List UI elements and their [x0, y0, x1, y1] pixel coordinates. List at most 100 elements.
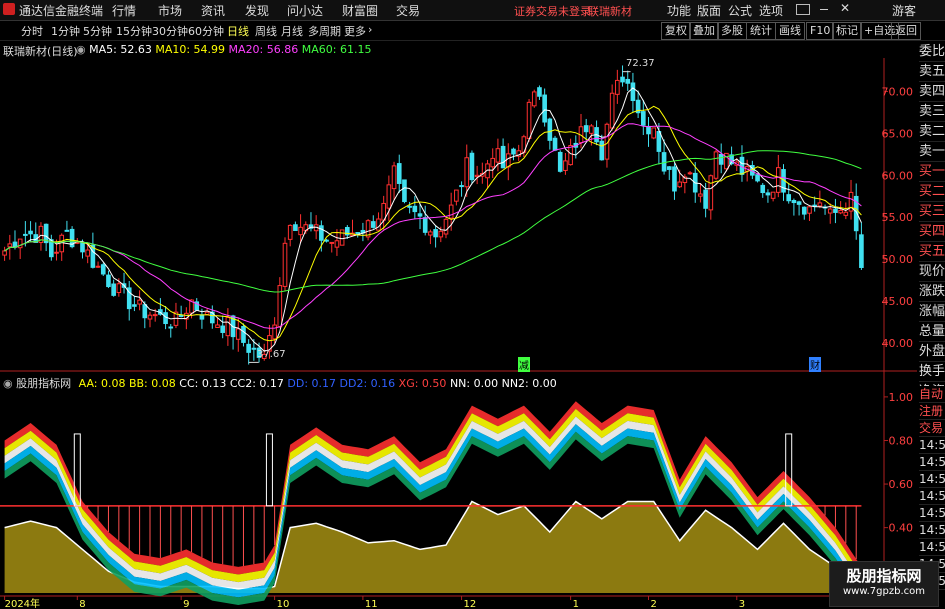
- candle-body: [350, 232, 355, 236]
- candle-body: [360, 229, 366, 234]
- tick-item-5[interactable]: 14:56: [919, 471, 945, 488]
- ma-settings-icon[interactable]: ◉: [76, 43, 89, 56]
- btn-draw[interactable]: 画线: [775, 22, 805, 40]
- menu-item-discover[interactable]: 发现: [245, 2, 269, 19]
- side-item-4[interactable]: 卖二: [919, 122, 945, 142]
- menu-item-market[interactable]: 市场: [158, 2, 182, 19]
- btn-multi-stock[interactable]: 多股: [717, 22, 747, 40]
- side-item-10[interactable]: 买五: [919, 242, 945, 262]
- candle-body: [807, 206, 812, 214]
- candle-body: [542, 94, 547, 123]
- candle-body: [417, 213, 423, 217]
- menu-item-trade[interactable]: 交易: [396, 2, 420, 19]
- candle-body: [552, 137, 558, 151]
- period-daily[interactable]: 日线: [227, 23, 249, 39]
- tick-item-0[interactable]: 自动: [919, 386, 945, 403]
- tick-item-8[interactable]: 14:56: [919, 522, 945, 539]
- menu-item-formula[interactable]: 公式: [728, 2, 752, 19]
- menu-item-news[interactable]: 资讯: [201, 2, 225, 19]
- x-tick-label: 12: [464, 599, 477, 609]
- candle-body: [33, 234, 39, 243]
- period-30min[interactable]: 30分钟: [152, 23, 188, 39]
- tick-item-3[interactable]: 14:56: [919, 437, 945, 454]
- event-marker-reduce[interactable]: 减: [518, 357, 530, 372]
- stock-link[interactable]: 联瑞新材: [588, 3, 632, 19]
- btn-f10[interactable]: F10: [806, 22, 835, 40]
- chevron-right-icon[interactable]: ›: [368, 23, 372, 36]
- candle-body: [677, 181, 682, 188]
- candle-body: [225, 317, 231, 337]
- candle-body: [604, 123, 610, 160]
- mail-icon[interactable]: [796, 4, 810, 15]
- ma-line-ma20: [4, 123, 862, 329]
- candle-body: [12, 241, 18, 248]
- side-item-8[interactable]: 买三: [919, 202, 945, 222]
- candle-body: [718, 153, 724, 165]
- side-item-5[interactable]: 卖一: [919, 142, 945, 162]
- candle-body: [791, 200, 797, 204]
- candle-body: [184, 312, 189, 320]
- period-weekly[interactable]: 周线: [255, 23, 277, 39]
- candle-body: [646, 125, 651, 135]
- candle-body: [246, 343, 251, 353]
- chart-canvas[interactable]: 40.0045.0050.0055.0060.0065.0070.00 0.20…: [0, 0, 945, 609]
- cc2-value: CC2: 0.17: [229, 377, 284, 390]
- btn-stats[interactable]: 统计: [746, 22, 776, 40]
- candle-body: [407, 205, 412, 208]
- candle-body: [230, 315, 236, 338]
- candle-body: [729, 154, 734, 165]
- side-item-16[interactable]: 换手: [919, 362, 945, 382]
- minimize-icon[interactable]: [820, 9, 828, 10]
- tick-item-7[interactable]: 14:56: [919, 505, 945, 522]
- period-15min[interactable]: 15分钟: [116, 23, 152, 39]
- period-multi[interactable]: 多周期: [308, 23, 341, 39]
- tick-item-2[interactable]: 交易: [919, 420, 945, 437]
- period-monthly[interactable]: 月线: [281, 23, 303, 39]
- menu-item-layout[interactable]: 版面: [697, 2, 721, 19]
- candle-body: [298, 226, 303, 236]
- side-item-9[interactable]: 买四: [919, 222, 945, 242]
- menu-item-wealth-circle[interactable]: 财富圈: [342, 2, 378, 19]
- period-1min[interactable]: 1分钟: [51, 23, 80, 39]
- side-item-6[interactable]: 买一: [919, 162, 945, 182]
- tick-item-4[interactable]: 14:56: [919, 454, 945, 471]
- side-item-3[interactable]: 卖三: [919, 102, 945, 122]
- side-item-0[interactable]: 委比: [919, 42, 945, 62]
- btn-adjust[interactable]: 复权: [661, 22, 691, 40]
- tick-item-9[interactable]: 14:56: [919, 539, 945, 556]
- btn-overlay[interactable]: 叠加: [689, 22, 719, 40]
- tick-item-1[interactable]: 注册: [919, 403, 945, 420]
- candle-body: [339, 229, 345, 246]
- event-marker-finance[interactable]: 财: [809, 357, 821, 372]
- candle-body: [656, 131, 662, 152]
- menu-item-ask-xiaoda[interactable]: 问小达: [287, 2, 323, 19]
- period-60min[interactable]: 60分钟: [188, 23, 224, 39]
- side-item-11[interactable]: 现价: [919, 262, 945, 282]
- indicator-settings-icon[interactable]: ◉: [3, 377, 16, 390]
- nn-value: NN: 0.00: [449, 377, 499, 390]
- btn-mark[interactable]: 标记: [832, 22, 862, 40]
- menu-item-functions[interactable]: 功能: [667, 2, 691, 19]
- candle-body: [189, 299, 194, 314]
- btn-back[interactable]: 返回: [891, 22, 921, 40]
- side-item-1[interactable]: 卖五: [919, 62, 945, 82]
- candle-body: [526, 101, 532, 140]
- period-5min[interactable]: 5分钟: [83, 23, 112, 39]
- side-item-2[interactable]: 卖四: [919, 82, 945, 102]
- side-item-7[interactable]: 买二: [919, 182, 945, 202]
- candle-body: [505, 153, 511, 168]
- side-item-15[interactable]: 外盘: [919, 342, 945, 362]
- period-intraday[interactable]: 分时: [21, 23, 43, 39]
- period-more[interactable]: 更多: [344, 23, 366, 39]
- tick-item-6[interactable]: 14:56: [919, 488, 945, 505]
- guest-button[interactable]: 游客: [892, 2, 916, 19]
- login-notice[interactable]: 证券交易未登录: [514, 3, 591, 19]
- close-icon[interactable]: ✕: [840, 1, 850, 15]
- indicator-tick-label: 0.40: [889, 522, 914, 535]
- side-item-13[interactable]: 涨幅: [919, 302, 945, 322]
- side-item-12[interactable]: 涨跌: [919, 282, 945, 302]
- menu-item-options[interactable]: 选项: [759, 2, 783, 19]
- menu-item-market-quotes[interactable]: 行情: [112, 2, 136, 19]
- side-item-14[interactable]: 总量: [919, 322, 945, 342]
- candle-body: [459, 185, 464, 188]
